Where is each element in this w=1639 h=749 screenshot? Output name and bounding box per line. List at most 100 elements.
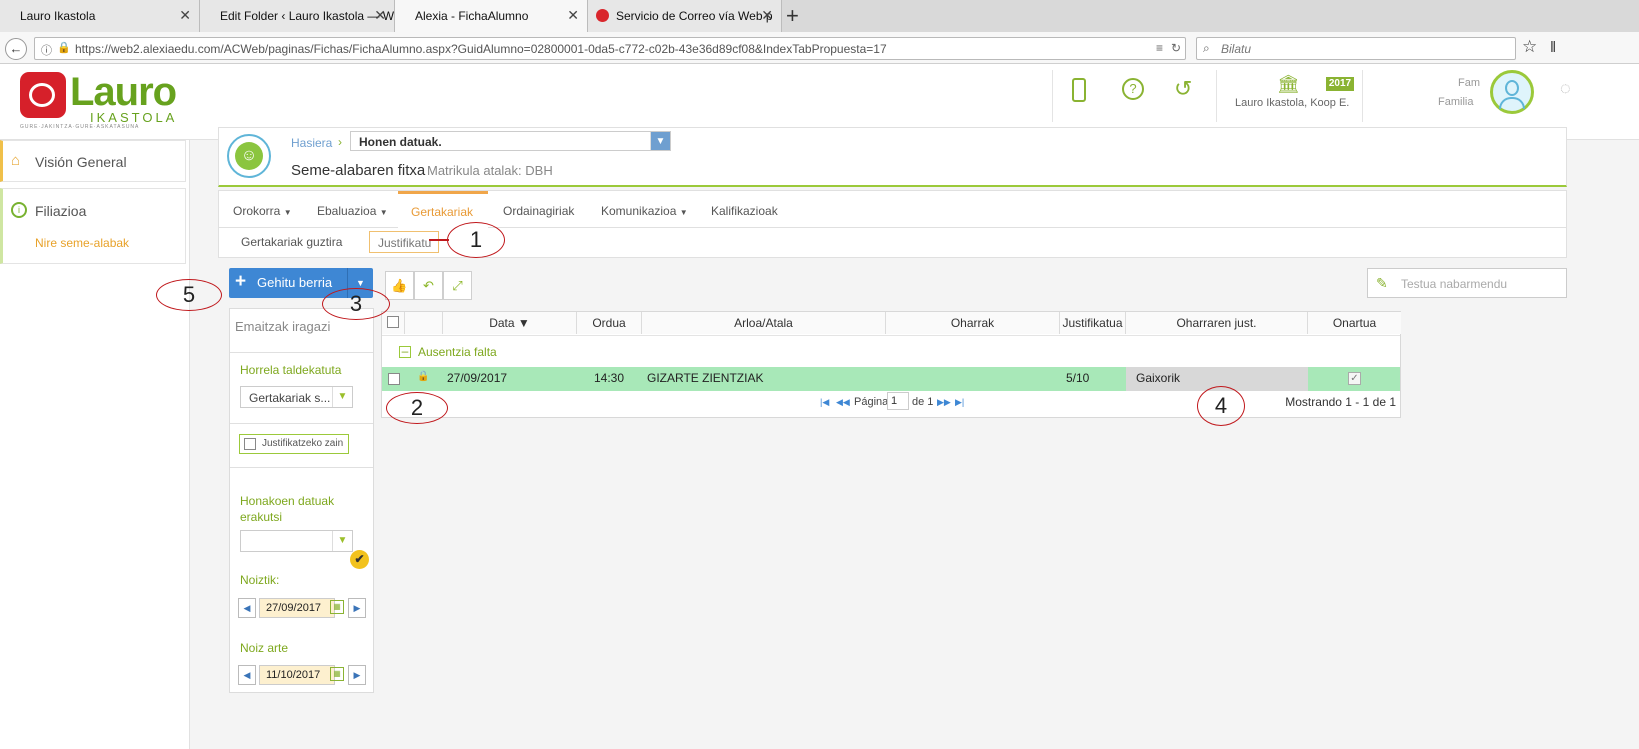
back-arrow-icon[interactable]: ← (5, 38, 27, 60)
page-input[interactable]: 1 (887, 392, 909, 410)
thumbs-up-button[interactable]: 👍 (385, 271, 414, 300)
select-all-header (382, 312, 405, 334)
reader-view-icon[interactable]: ≡ (1156, 41, 1163, 55)
logo-mark-icon (20, 72, 66, 118)
pending-justification-toggle[interactable]: Justifikatzeko zain (239, 434, 349, 454)
student-avatar: ☺ (227, 134, 271, 178)
lock-icon: 🔒 (417, 371, 430, 382)
next-arrow-icon[interactable]: ▶ (348, 665, 366, 685)
new-tab-icon[interactable]: + (786, 3, 799, 29)
library-icon[interactable]: ‖ (1550, 39, 1556, 56)
close-icon[interactable]: ✕ (374, 7, 386, 24)
calendar-icon[interactable]: ▦ (330, 600, 344, 614)
tab-orokorra[interactable]: Orokorra ▼ (233, 204, 292, 218)
prev-arrow-icon[interactable]: ◀ (238, 598, 256, 618)
power-icon[interactable]: ◌ (1560, 78, 1571, 99)
subtab-gertakariak-guztira[interactable]: Gertakariak guztira (241, 235, 342, 249)
chevron-down-icon[interactable]: ▼ (332, 387, 352, 407)
browser-tab[interactable]: Edit Folder ‹ Lauro Ikastola — Wo ✕ (200, 0, 395, 32)
sidebar-subitem-nire-seme-alabak[interactable]: Nire seme-alabak (35, 236, 129, 250)
breadcrumb-chevron-icon: › (338, 135, 342, 149)
close-icon[interactable]: ✕ (567, 7, 579, 24)
column-header-note-justification[interactable]: Oharraren just. (1126, 312, 1308, 334)
group-row[interactable]: – Ausentzia falta (382, 335, 1400, 369)
last-page-icon[interactable]: ▶| (955, 397, 964, 408)
checkbox[interactable] (244, 438, 256, 450)
chevron-down-icon[interactable]: ▼ (650, 132, 670, 150)
annotation-1: 1 (447, 222, 505, 258)
history-icon[interactable]: ↺ (1174, 76, 1192, 102)
school-name[interactable]: Lauro Ikastola, Koop E. (1235, 97, 1349, 109)
avatar[interactable] (1490, 70, 1534, 114)
filter-panel: Emaitzak iragazi Horrela taldekatuta Ger… (229, 308, 374, 693)
chevron-down-icon[interactable]: ▼ (332, 531, 352, 551)
browser-tab[interactable]: Lauro Ikastola ✕ (0, 0, 200, 32)
from-date-input[interactable]: 27/09/2017 (259, 598, 335, 618)
logo-tagline: GURE·JAKINTZA·GURE·ASKATASUNA (20, 124, 140, 130)
group-label: Ausentzia falta (418, 345, 497, 359)
from-date-picker: ◀ 27/09/2017 ▦ ▶ (238, 598, 366, 620)
pager-summary: Mostrando 1 - 1 de 1 (1285, 395, 1396, 409)
accepted-checkbox: ✓ (1348, 372, 1361, 385)
show-data-select[interactable]: ▼ (240, 530, 353, 552)
url-input[interactable]: ⓘ 🔒 https://web2.alexiaedu.com/ACWeb/pag… (34, 37, 1186, 60)
close-icon[interactable]: ✕ (179, 7, 191, 24)
prev-page-icon[interactable]: ◀◀ (836, 397, 850, 408)
home-icon: ⌂ (11, 152, 21, 169)
breadcrumb-selector[interactable]: Honen datuak. ▼ (350, 131, 671, 151)
year-badge[interactable]: 2017 (1326, 77, 1354, 91)
browser-tab-active[interactable]: Alexia - FichaAlumno ✕ (395, 0, 588, 32)
tab-strip: Orokorra ▼ Ebaluazioa ▼ Gertakariak Orda… (218, 190, 1567, 228)
column-header-date[interactable]: Data ▼ (443, 312, 577, 334)
apply-check-icon[interactable]: ✔ (350, 550, 369, 569)
logo-text: Lauro (70, 70, 177, 114)
row-checkbox[interactable] (388, 373, 400, 385)
to-date-label: Noiz arte (240, 641, 289, 655)
undo-button[interactable]: ↶ (414, 271, 443, 300)
first-page-icon[interactable]: |◀ (820, 397, 829, 408)
to-date-picker: ◀ 11/10/2017 ▦ ▶ (238, 665, 366, 687)
tab-komunikazioa[interactable]: Komunikazioa ▼ (601, 204, 688, 218)
bookmark-star-icon[interactable]: ☆ (1522, 37, 1537, 57)
browser-tab[interactable]: Servicio de Correo vía Web p ✕ (588, 0, 782, 32)
column-header-subject[interactable]: Arloa/Atala (642, 312, 886, 334)
close-icon[interactable]: ✕ (761, 7, 773, 24)
filter-title: Emaitzak iragazi (235, 319, 331, 334)
column-header-accepted[interactable]: Onartua (1308, 312, 1401, 334)
column-header-justified[interactable]: Justifikatua (1060, 312, 1126, 334)
highlight-text-input[interactable]: ✎ Testua nabarmendu (1367, 268, 1567, 298)
url-text: https://web2.alexiaedu.com/ACWeb/paginas… (75, 42, 887, 56)
tab-title: Lauro Ikastola (20, 9, 96, 23)
select-all-checkbox[interactable] (387, 316, 399, 328)
next-arrow-icon[interactable]: ▶ (348, 598, 366, 618)
breadcrumb-home[interactable]: Hasiera (291, 136, 332, 150)
column-header-notes[interactable]: Oharrak (886, 312, 1060, 334)
prev-arrow-icon[interactable]: ◀ (238, 665, 256, 685)
subtab-justifikatu[interactable]: Justifikatu (369, 231, 439, 253)
info-icon[interactable]: ⓘ (41, 42, 52, 58)
help-icon[interactable]: ? (1122, 78, 1144, 100)
collapse-icon[interactable]: – (399, 345, 411, 358)
institution-icon: 🏛 (1277, 74, 1300, 94)
to-date-input[interactable]: 11/10/2017 (259, 665, 335, 685)
browser-tab-bar: Lauro Ikastola ✕ Edit Folder ‹ Lauro Ika… (0, 0, 1639, 32)
tab-ebaluazioa[interactable]: Ebaluazioa ▼ (317, 204, 388, 218)
column-header-time[interactable]: Ordua (577, 312, 642, 334)
annotation-4: 4 (1197, 386, 1245, 426)
table-row[interactable]: 🔒 27/09/2017 14:30 GIZARTE ZIENTZIAK 5/1… (382, 367, 1400, 391)
tab-ordainagiriak[interactable]: Ordainagiriak (503, 204, 574, 218)
browser-search-input[interactable]: ⌕ Bilatu (1196, 37, 1516, 60)
group-by-select[interactable]: Gertakariak s... ▼ (240, 386, 353, 408)
calendar-icon[interactable]: ▦ (330, 667, 344, 681)
reload-icon[interactable]: ↻ (1171, 41, 1181, 55)
sidebar-item-filiazioa[interactable]: i Filiazioa Nire seme-alabak (0, 188, 186, 264)
sidebar-item-vision-general[interactable]: ⌂ Visión General (0, 140, 186, 182)
next-page-icon[interactable]: ▶▶ (937, 397, 951, 408)
accessibility-icon: ☺ (235, 142, 263, 170)
mobile-icon[interactable] (1072, 78, 1086, 102)
page-label: Página (854, 396, 889, 408)
expand-button[interactable]: ⤢ (443, 271, 472, 300)
annotation-5: 5 (156, 279, 222, 311)
tab-kalifikazioak[interactable]: Kalifikazioak (711, 204, 778, 218)
page-title: Seme-alabaren fitxa (291, 162, 426, 179)
